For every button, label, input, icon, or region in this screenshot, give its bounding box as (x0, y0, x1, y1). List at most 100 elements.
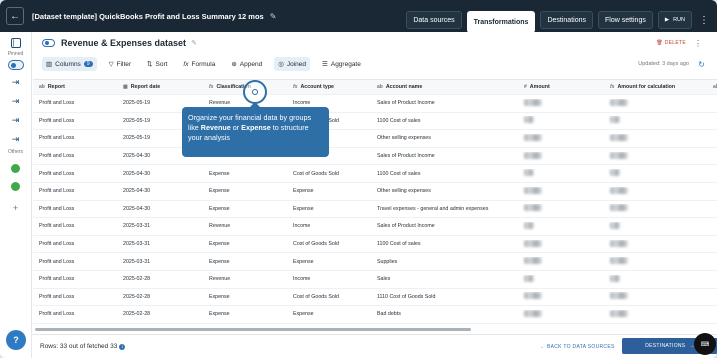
collapse-panel-icon[interactable]: ▏ (10, 38, 21, 48)
table-cell: Cost of Goods Sold (293, 293, 339, 300)
table-row[interactable]: Profit and Loss 2025-03-31 Expense Cost of … (33, 236, 717, 254)
left-rail: ▏ Pinned ⇥ ⇥ ⇥ ⇥ Others + (0, 32, 32, 358)
table-cell: 1100 Cost of sales (377, 170, 421, 177)
table-row[interactable]: Profit and Loss 2025-05-19 Other selling e… (33, 130, 717, 148)
col-header-report[interactable]: ab Report (33, 84, 117, 90)
run-label: RUN (673, 17, 685, 23)
table-row[interactable]: Profit and Loss 2025-02-28 Expense Cost of … (33, 289, 717, 307)
step-icon-4[interactable]: ⇥ (9, 132, 23, 146)
table-cell: Profit and Loss (39, 100, 75, 107)
updated-timestamp: Updated: 3 days ago (638, 61, 689, 67)
source-green-icon-2[interactable] (11, 182, 20, 191)
append-button[interactable]: ⊕ Append (227, 57, 266, 71)
top-bar: ← [Dataset template] QuickBooks Profit a… (0, 0, 717, 33)
blurred-value (524, 133, 542, 141)
row-count: Rows: 33 out of fetched 33 i (40, 343, 126, 350)
table-row[interactable]: Profit and Loss 2025-04-30 Expense Cost of … (33, 165, 717, 183)
run-button[interactable]: ▶ RUN (657, 11, 692, 29)
tab-destinations[interactable]: Destinations (540, 11, 593, 29)
formula-icon: fx (183, 60, 189, 68)
table-cell: Sales of Product Income (377, 100, 435, 107)
tab-transformations[interactable]: Transformations (466, 11, 536, 33)
table-cell: Profit and Loss (39, 170, 75, 177)
table-cell: Income (293, 223, 311, 230)
redacted-amount-cell (604, 133, 707, 143)
edit-dataset-pencil-icon[interactable]: ✎ (191, 39, 197, 47)
sort-button[interactable]: ⇅ Sort (143, 57, 171, 71)
table-row[interactable]: Profit and Loss2025-04-30RevenueIncomeSa… (33, 148, 717, 166)
table-cell: Profit and Loss (39, 188, 75, 195)
table-row[interactable]: Profit and Loss2025-05-19Cost of Goods S… (33, 113, 717, 131)
columns-button[interactable]: ▥ Columns 9 (42, 57, 97, 71)
table-cell: Profit and Loss (39, 276, 75, 283)
table-row[interactable]: Profit and Loss 2025-02-28 Revenue Income Sa… (33, 271, 717, 289)
table-cell: Expense (209, 205, 230, 212)
delete-button[interactable]: 🗑 DELETE (656, 40, 686, 46)
blurred-value (610, 239, 628, 247)
table-cell: Profit and Loss (39, 258, 75, 265)
table-row[interactable]: Profit and Loss 2025-03-31 Expense Expense S… (33, 253, 717, 271)
more-menu-icon[interactable]: ⋮ (699, 15, 709, 26)
table-cell: Profit and Loss (39, 153, 75, 160)
table-cell: Revenue (209, 100, 231, 107)
dataset-more-icon[interactable]: ⋮ (694, 39, 702, 48)
table-cell: 2025-04-30 (123, 205, 151, 212)
hotspot-beacon-icon[interactable] (243, 80, 267, 104)
back-arrow-icon[interactable]: ← (6, 7, 24, 25)
table-cell: Expense (293, 311, 314, 318)
formula-type-icon: fx (610, 84, 615, 90)
table-row[interactable]: Profit and Loss 2025-04-30 Expense Expense O… (33, 183, 717, 201)
step-icon-2[interactable]: ⇥ (9, 94, 23, 108)
redacted-amount-cell (518, 133, 604, 143)
edit-title-pencil-icon[interactable]: ✎ (270, 12, 277, 21)
col-header-account-type[interactable]: fx Account type (287, 84, 371, 90)
table-row[interactable]: Profit and Loss 2025-04-30 Expense Expense T… (33, 201, 717, 219)
play-icon: ▶ (664, 17, 670, 23)
aggregate-button[interactable]: ☰ Aggregate (318, 57, 365, 71)
blurred-value (524, 186, 542, 194)
redacted-amount-cell (518, 309, 604, 319)
number-type-icon: # (524, 84, 527, 90)
blurred-value (610, 133, 628, 141)
table-row[interactable]: Profit and Loss 2025-03-31 Revenue Income Sa… (33, 218, 717, 236)
col-header-more[interactable]: ab (707, 84, 717, 90)
aggregate-icon: ☰ (322, 61, 328, 68)
source-green-icon-1[interactable] (11, 164, 20, 173)
tab-flow-settings[interactable]: Flow settings (597, 11, 653, 29)
help-button[interactable]: ? (6, 330, 26, 350)
refresh-icon[interactable]: ↻ (698, 60, 705, 69)
tab-data-sources[interactable]: Data sources (406, 11, 462, 29)
horizontal-scrollbar[interactable] (35, 328, 471, 331)
filter-button[interactable]: ▽ Filter (105, 57, 135, 71)
pinned-dataset-toggle-icon[interactable] (7, 60, 24, 70)
blurred-value (524, 274, 534, 282)
blurred-value (524, 257, 542, 265)
chat-icon[interactable]: ⌨ (694, 333, 716, 355)
formula-button[interactable]: fx Formula (179, 57, 219, 71)
joined-button[interactable]: ◎ Joined (274, 57, 311, 71)
info-icon[interactable]: i (119, 344, 126, 350)
date-type-icon: ▦ (123, 84, 128, 90)
col-header-report-date[interactable]: ▦ Report date (117, 84, 203, 90)
table-row[interactable]: Profit and Loss 2025-05-19 Revenue Income Sa… (33, 95, 717, 113)
col-header-account-name[interactable]: ab Account name (371, 84, 518, 90)
table-cell: Profit and Loss (39, 135, 75, 142)
blurred-value (610, 98, 628, 106)
table-row[interactable]: Profit and Loss 2025-02-28 Expense Expense B… (33, 306, 717, 324)
footer: Rows: 33 out of fetched 33 i ← BACK TO DA… (32, 334, 717, 358)
col-header-amount[interactable]: # Amount (518, 84, 604, 90)
dataset-toggle-icon[interactable] (42, 39, 55, 47)
table-cell: Profit and Loss (39, 293, 75, 300)
add-icon[interactable]: + (9, 201, 23, 215)
step-icon-3[interactable]: ⇥ (9, 113, 23, 127)
step-icon-1[interactable]: ⇥ (9, 75, 23, 89)
redacted-amount-cell (518, 98, 604, 108)
aggregate-label: Aggregate (330, 60, 361, 68)
blurred-value (610, 274, 620, 282)
table-cell: Profit and Loss (39, 117, 75, 124)
dataset-header: Revenue & Expenses dataset ✎ 🗑 DELETE ⋮ (42, 36, 712, 50)
back-to-data-sources-button[interactable]: ← BACK TO DATA SOURCES (540, 344, 615, 350)
redacted-amount-cell (518, 186, 604, 196)
table-cell: 2025-05-19 (123, 100, 151, 107)
col-header-amount-for-calculation[interactable]: fx Amount for calculation (604, 84, 707, 90)
